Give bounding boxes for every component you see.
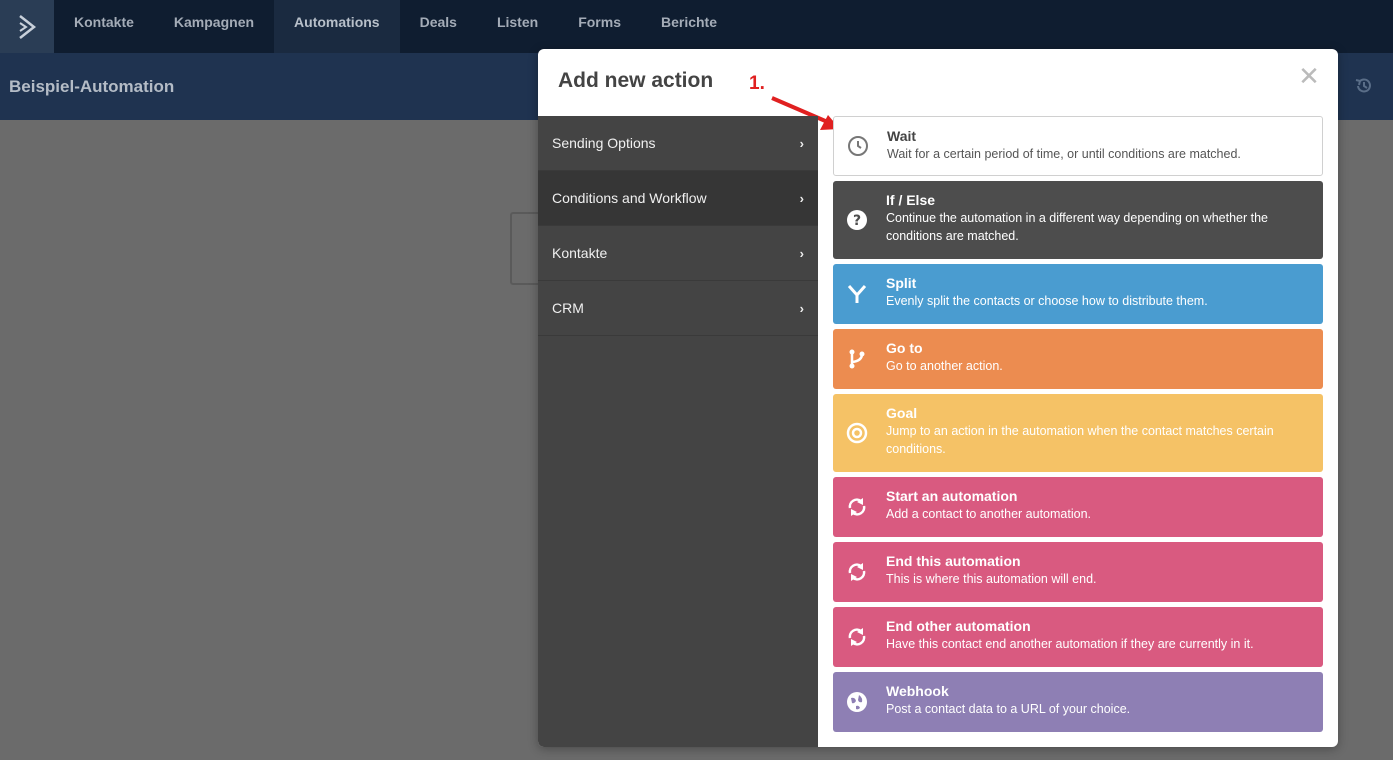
nav-kontakte[interactable]: Kontakte [54,0,154,53]
modal-title: Add new action [558,69,714,92]
logo-icon[interactable] [0,0,54,53]
action-description: Add a contact to another automation. [886,507,1091,521]
action-description: Post a contact data to a URL of your cho… [886,702,1131,716]
sidebar-item-sending-options[interactable]: Sending Options › [538,116,818,171]
sidebar-item-conditions-workflow[interactable]: Conditions and Workflow › [538,171,818,226]
branch-icon [845,347,869,371]
sidebar-item-kontakte[interactable]: Kontakte › [538,226,818,281]
sync-icon [845,495,869,519]
action-webhook[interactable]: Webhook Post a contact data to a URL of … [833,672,1323,732]
action-description: Jump to an action in the automation when… [886,424,1274,456]
nav-deals[interactable]: Deals [400,0,477,53]
action-title: Start an automation [886,488,1018,504]
close-button[interactable]: ✕ [1298,63,1320,89]
chevron-right-icon: › [799,245,804,261]
action-title: End other automation [886,618,1031,634]
action-title: If / Else [886,192,936,208]
action-list: Wait Wait for a certain period of time, … [833,116,1323,737]
sidebar-item-label: CRM [552,300,584,316]
action-title: Split [886,275,917,291]
action-start-automation[interactable]: Start an automation Add a contact to ano… [833,477,1323,537]
history-icon[interactable] [1354,76,1374,96]
action-end-this-automation[interactable]: End this automation This is where this a… [833,542,1323,602]
target-icon [845,421,869,445]
add-action-modal: Add new action 1. ✕ Sending Options › Co… [538,49,1338,747]
action-category-sidebar: Sending Options › Conditions and Workflo… [538,116,818,747]
chevron-right-icon: › [799,135,804,151]
action-goal[interactable]: Goal Jump to an action in the automation… [833,394,1323,472]
action-title: Webhook [886,683,949,699]
action-description: Have this contact end another automation… [886,637,1254,651]
action-description: This is where this automation will end. [886,572,1097,586]
sidebar-item-label: Sending Options [552,135,656,151]
page-title: Beispiel-Automation [9,77,175,96]
sync-icon [845,625,869,649]
action-title: Go to [886,340,923,356]
question-icon: ? [845,208,869,232]
action-title: Wait [887,128,917,144]
action-description: Wait for a certain period of time, or un… [887,147,1241,161]
action-description: Go to another action. [886,359,1003,373]
sidebar-item-label: Kontakte [552,245,608,261]
globe-icon [845,690,869,714]
chevron-right-icon: › [799,190,804,206]
action-if-else[interactable]: ? If / Else Continue the automation in a… [833,181,1323,259]
sidebar-item-label: Conditions and Workflow [552,190,707,206]
annotation-label: 1. [749,73,765,94]
nav-automations[interactable]: Automations [274,0,400,53]
nav-kampagnen[interactable]: Kampagnen [154,0,274,53]
nav-listen[interactable]: Listen [477,0,558,53]
chevron-right-icon: › [799,300,804,316]
action-wait[interactable]: Wait Wait for a certain period of time, … [833,116,1323,176]
nav-berichte[interactable]: Berichte [641,0,737,53]
svg-text:?: ? [853,213,861,229]
split-icon [845,282,869,306]
nav-forms[interactable]: Forms [558,0,641,53]
action-description: Continue the automation in a different w… [886,211,1268,243]
action-description: Evenly split the contacts or choose how … [886,294,1208,308]
top-nav: Kontakte Kampagnen Automations Deals Lis… [0,0,1393,53]
action-end-other-automation[interactable]: End other automation Have this contact e… [833,607,1323,667]
action-split[interactable]: Split Evenly split the contacts or choos… [833,264,1323,324]
sync-icon [845,560,869,584]
sidebar-item-crm[interactable]: CRM › [538,281,818,336]
action-go-to[interactable]: Go to Go to another action. [833,329,1323,389]
action-title: Goal [886,405,918,421]
action-title: End this automation [886,553,1021,569]
clock-icon [846,134,870,158]
